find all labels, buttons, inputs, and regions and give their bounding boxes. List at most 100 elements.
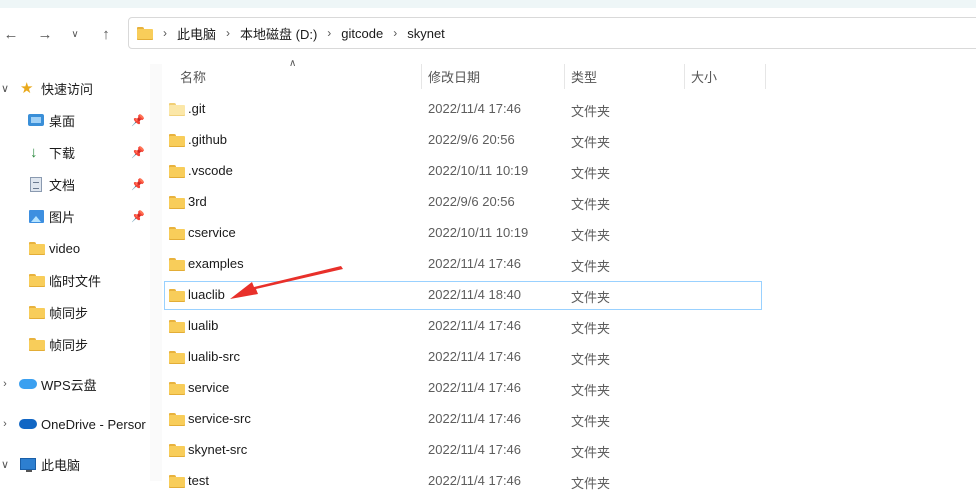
column-header-label: 类型 — [571, 70, 598, 85]
file-name: service — [188, 380, 230, 395]
pin-icon: 📌 — [131, 146, 145, 159]
column-header-modified[interactable]: 修改日期 — [428, 64, 563, 89]
file-date: 2022/10/11 10:19 — [428, 225, 529, 240]
sidebar-label: 帧同步 — [49, 337, 89, 353]
folder-icon — [29, 337, 45, 351]
folder-icon — [169, 227, 185, 240]
sidebar-item-this-pc[interactable]: ∨ 此电脑 — [0, 448, 150, 480]
file-type: 文件夹 — [571, 352, 611, 367]
sidebar-item-frame-sync-2[interactable]: 帧同步 — [0, 328, 150, 360]
arrow-left-icon: ← — [3, 25, 19, 43]
column-divider[interactable] — [765, 64, 766, 89]
column-header-type[interactable]: 类型 — [571, 64, 683, 89]
column-header-label: 修改日期 — [428, 70, 481, 85]
file-name: lualib — [188, 318, 219, 333]
file-name: luaclib — [188, 287, 225, 302]
column-divider[interactable] — [421, 64, 422, 89]
pin-icon: 📌 — [131, 210, 145, 223]
chevron-right-icon[interactable]: › — [0, 378, 10, 390]
sidebar-label: 图片 — [49, 209, 76, 225]
arrow-right-icon: → — [37, 25, 53, 43]
breadcrumb-separator[interactable]: › — [226, 26, 230, 40]
folder-icon — [169, 289, 185, 302]
file-row[interactable]: cservice 2022/10/11 10:19 文件夹 — [164, 219, 762, 248]
column-header-name[interactable]: 名称 — [180, 64, 420, 89]
sidebar-item-temp-files[interactable]: 临时文件 — [0, 264, 150, 296]
sidebar-item-downloads[interactable]: ↓ 下载 📌 — [0, 136, 150, 168]
file-row[interactable]: skynet-src 2022/11/4 17:46 文件夹 — [164, 436, 762, 465]
forward-button[interactable]: → — [34, 20, 56, 48]
file-row[interactable]: examples 2022/11/4 17:46 文件夹 — [164, 250, 762, 279]
chevron-down-icon[interactable]: ∨ — [0, 458, 10, 471]
file-type: 文件夹 — [571, 228, 611, 243]
chevron-down-icon[interactable]: ∨ — [0, 82, 10, 95]
file-date: 2022/10/11 10:19 — [428, 163, 529, 178]
column-divider[interactable] — [564, 64, 565, 89]
breadcrumb-gitcode[interactable]: gitcode — [341, 26, 383, 41]
file-row[interactable]: lualib-src 2022/11/4 17:46 文件夹 — [164, 343, 762, 372]
address-bar[interactable]: › 此电脑 › 本地磁盘 (D:) › gitcode › skynet — [128, 17, 976, 49]
file-name: skynet-src — [188, 442, 248, 457]
file-type: 文件夹 — [571, 197, 611, 212]
sidebar-label: 桌面 — [49, 113, 76, 129]
file-date: 2022/11/4 18:40 — [428, 287, 522, 302]
folder-icon — [29, 241, 45, 255]
arrow-up-icon: ↑ — [102, 25, 110, 43]
file-row-selected[interactable]: luaclib 2022/11/4 18:40 文件夹 — [164, 281, 762, 310]
sidebar-item-pictures[interactable]: 图片 📌 — [0, 200, 150, 232]
sidebar-label: 临时文件 — [49, 273, 102, 289]
folder-icon — [169, 444, 185, 457]
file-name: .git — [188, 101, 206, 116]
breadcrumb-separator[interactable]: › — [327, 26, 331, 40]
recent-locations-button[interactable]: ∨ — [66, 20, 84, 48]
column-divider[interactable] — [684, 64, 685, 89]
up-button[interactable]: ↑ — [95, 20, 117, 48]
file-date: 2022/11/4 17:46 — [428, 380, 522, 395]
file-row[interactable]: .vscode 2022/10/11 10:19 文件夹 — [164, 157, 762, 186]
folder-icon — [169, 413, 185, 426]
sidebar-scrollbar[interactable] — [150, 64, 162, 481]
folder-icon — [169, 196, 185, 209]
sidebar-item-onedrive[interactable]: › OneDrive - Persor — [0, 408, 150, 440]
file-row[interactable]: 3rd 2022/9/6 20:56 文件夹 — [164, 188, 762, 217]
sidebar-item-quick-access[interactable]: ∨ ★ 快速访问 — [0, 72, 150, 104]
sidebar-item-video[interactable]: video — [0, 232, 150, 264]
back-button[interactable]: ← — [0, 20, 22, 48]
file-row[interactable]: lualib 2022/11/4 17:46 文件夹 — [164, 312, 762, 341]
sidebar-item-wps-cloud[interactable]: › WPS云盘 — [0, 368, 150, 400]
breadcrumb-separator[interactable]: › — [393, 26, 397, 40]
breadcrumb-this-pc[interactable]: 此电脑 — [177, 24, 216, 43]
file-type: 文件夹 — [571, 383, 611, 398]
file-row[interactable]: test 2022/11/4 17:46 文件夹 — [164, 467, 762, 496]
file-date: 2022/11/4 17:46 — [428, 256, 522, 271]
file-row[interactable]: .git 2022/11/4 17:46 文件夹 — [164, 95, 762, 124]
column-header-label: 名称 — [180, 70, 207, 85]
file-type: 文件夹 — [571, 104, 611, 119]
column-header-size[interactable]: 大小 — [691, 64, 761, 89]
breadcrumb-drive-d[interactable]: 本地磁盘 (D:) — [240, 24, 317, 43]
sidebar-item-desktop[interactable]: 桌面 📌 — [0, 104, 150, 136]
file-date: 2022/11/4 17:46 — [428, 349, 522, 364]
computer-icon — [20, 458, 36, 472]
sidebar-label: 文档 — [49, 177, 76, 193]
chevron-right-icon[interactable]: › — [0, 418, 10, 430]
sidebar-item-frame-sync[interactable]: 帧同步 — [0, 296, 150, 328]
sidebar-item-documents[interactable]: 文档 📌 — [0, 168, 150, 200]
folder-icon — [169, 103, 185, 116]
breadcrumb-skynet[interactable]: skynet — [407, 26, 445, 41]
sidebar-label: OneDrive - Persor — [41, 416, 146, 432]
pin-icon: 📌 — [131, 178, 145, 191]
file-type: 文件夹 — [571, 445, 611, 460]
file-date: 2022/9/6 20:56 — [428, 132, 515, 147]
file-name: service-src — [188, 411, 251, 426]
file-date: 2022/11/4 17:46 — [428, 442, 522, 457]
sidebar-label: video — [49, 240, 81, 256]
file-row[interactable]: .github 2022/9/6 20:56 文件夹 — [164, 126, 762, 155]
file-row[interactable]: service 2022/11/4 17:46 文件夹 — [164, 374, 762, 403]
folder-icon — [169, 382, 185, 395]
cloud-icon — [19, 379, 37, 389]
folder-icon — [169, 165, 185, 178]
folder-icon — [169, 134, 185, 147]
file-row[interactable]: service-src 2022/11/4 17:46 文件夹 — [164, 405, 762, 434]
file-name: .github — [188, 132, 228, 147]
